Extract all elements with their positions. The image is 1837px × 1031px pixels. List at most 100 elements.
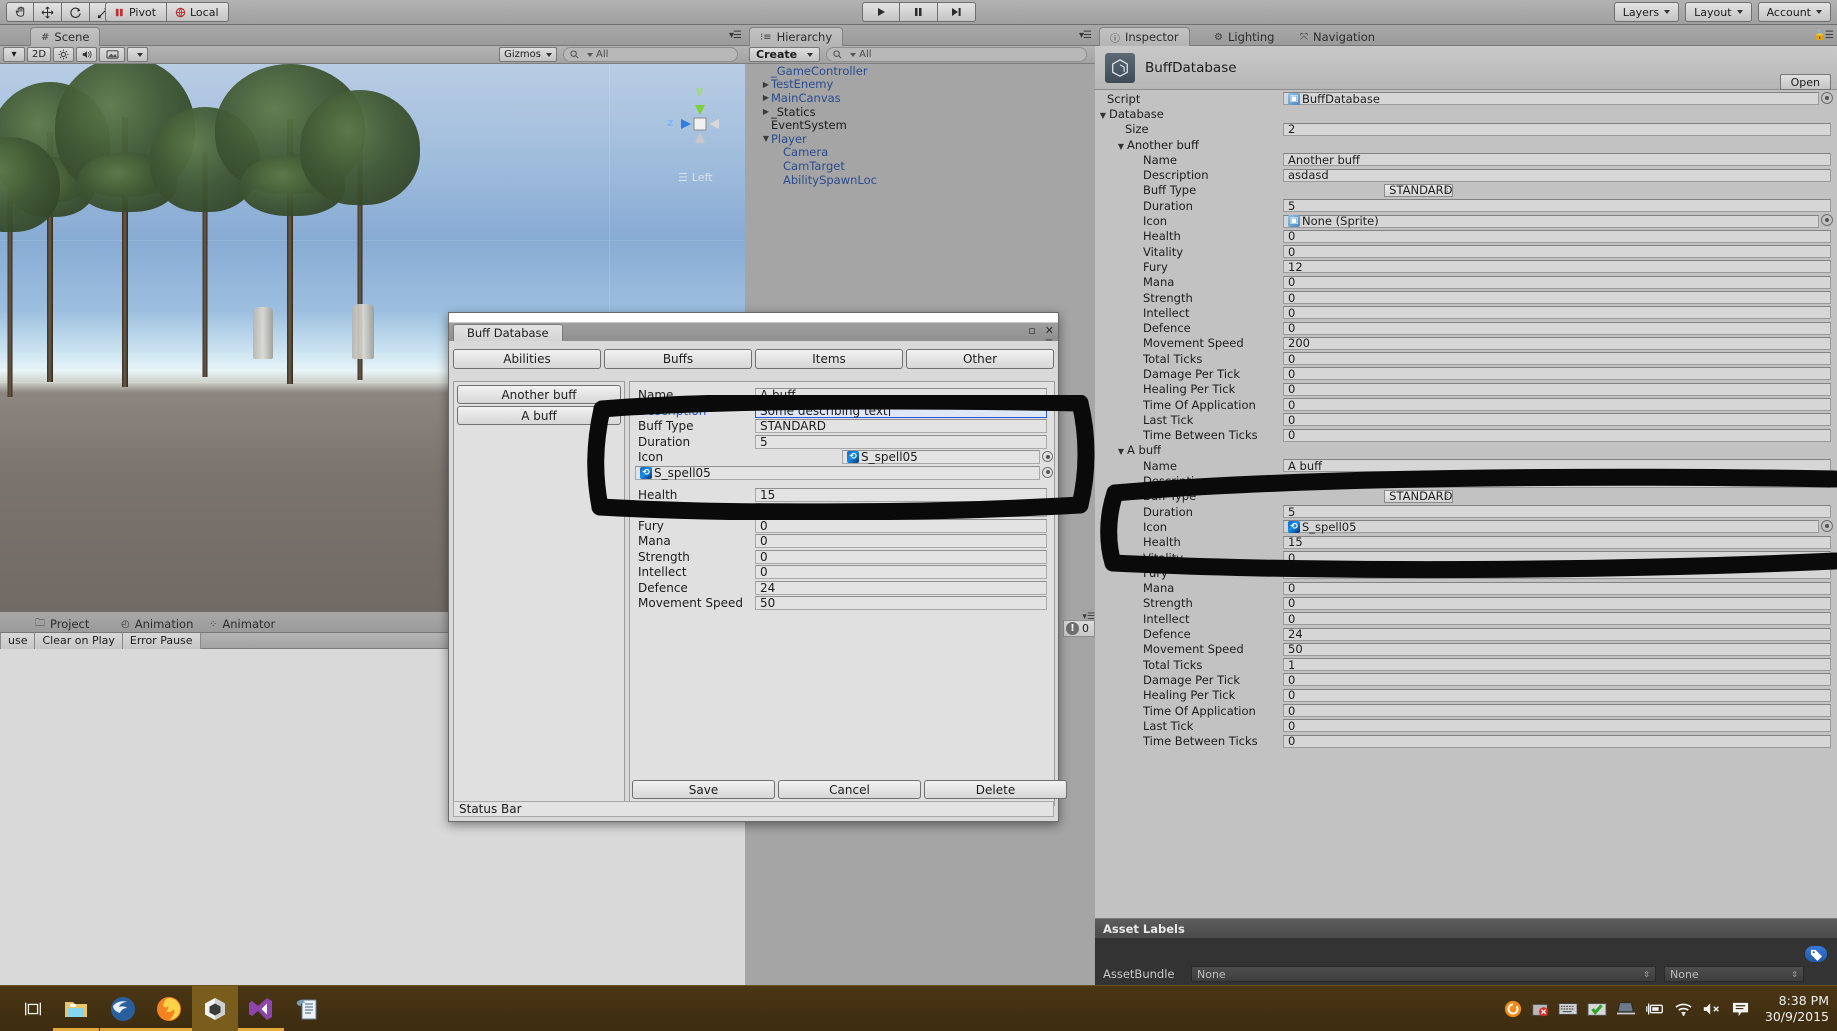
open-button[interactable]: Open — [1780, 74, 1831, 90]
toggle-2d-button[interactable]: 2D — [27, 47, 51, 62]
text-editor-icon[interactable] — [284, 986, 330, 1031]
layers-menu-button[interactable]: Layers — [1614, 2, 1679, 22]
scene-effects-dropdown[interactable] — [127, 47, 148, 62]
inspector-row-value[interactable]: A buff — [1283, 459, 1831, 472]
buff-field-input[interactable]: Some describing text — [755, 404, 1047, 418]
inspector-row-value[interactable]: 5 — [1283, 199, 1831, 212]
buff-icon-object-field[interactable]: ⟲S_spell05 — [635, 466, 1040, 480]
buff-list-item[interactable]: Another buff — [457, 385, 621, 404]
hierarchy-item[interactable]: Camera — [745, 146, 1095, 160]
pause-button[interactable] — [900, 2, 938, 22]
create-button[interactable]: Create — [749, 47, 820, 62]
thunderbird-icon[interactable] — [100, 986, 146, 1031]
inspector-row-value[interactable]: 5 — [1283, 505, 1831, 518]
inspector-row-value[interactable]: 0 — [1283, 230, 1831, 243]
scene-view-gizmo[interactable]: y z — [665, 89, 735, 159]
scene-lighting-toggle[interactable] — [53, 47, 74, 62]
hierarchy-item[interactable]: ▶MainCanvas — [745, 91, 1095, 105]
pivot-toggle-button[interactable]: Pivot — [105, 2, 167, 22]
inspector-row-value[interactable]: ⟲S_spell05 — [1283, 520, 1819, 533]
console-panel-menu-icon[interactable]: ▾☰ — [1063, 612, 1095, 620]
inspector-row-value[interactable]: 0 — [1283, 276, 1831, 289]
hand-tool-button[interactable] — [6, 2, 34, 22]
move-tool-button[interactable] — [34, 2, 62, 22]
console-error-count-badge[interactable]: ! 0 — [1063, 620, 1095, 637]
hierarchy-item[interactable]: ▼Player — [745, 132, 1095, 146]
buff-cancel-button[interactable]: Cancel — [778, 780, 921, 799]
hierarchy-search-input[interactable]: All — [826, 47, 1087, 62]
tab-scene[interactable]: # Scene — [30, 27, 100, 46]
inspector-row-value[interactable]: 0 — [1283, 352, 1831, 365]
inspector-row-value[interactable]: 0 — [1283, 673, 1831, 686]
hierarchy-item[interactable]: ▶TestEnemy — [745, 78, 1095, 92]
inspector-row-value[interactable]: Another buff — [1283, 153, 1831, 166]
buff-delete-button[interactable]: Delete — [924, 780, 1067, 799]
hierarchy-item[interactable]: ▶_Statics — [745, 105, 1095, 119]
close-icon[interactable]: ✕ — [1045, 324, 1054, 337]
clear-on-play-button[interactable]: Clear on Play — [35, 633, 122, 649]
inspector-row-value[interactable]: 0 — [1283, 367, 1831, 380]
chevron-down-icon[interactable]: ▼ — [761, 134, 771, 143]
maximize-icon[interactable]: ▫ — [1028, 324, 1035, 337]
inspector-row-value[interactable]: 0 — [1283, 245, 1831, 258]
tab-buff-database[interactable]: Buff Database — [453, 324, 563, 341]
scene-search-input[interactable]: All — [563, 47, 738, 62]
buff-field-input[interactable]: 0 — [755, 565, 1047, 579]
chevron-right-icon[interactable]: ▶ — [761, 93, 771, 102]
file-manager-icon[interactable] — [53, 986, 99, 1031]
buff-field-input[interactable]: 0 — [755, 534, 1047, 548]
inspector-row-value[interactable]: 0 — [1283, 291, 1831, 304]
inspector-row-value[interactable]: 12 — [1283, 260, 1831, 273]
chevron-right-icon[interactable]: ▶ — [761, 107, 771, 116]
chevron-right-icon[interactable]: ▶ — [761, 80, 771, 89]
firefox-icon[interactable] — [146, 986, 192, 1031]
inspector-row-value[interactable]: 0 — [1283, 704, 1831, 717]
gizmos-dropdown-button[interactable]: Gizmos — [499, 47, 557, 62]
tab-animator[interactable]: ⁘ Animator — [198, 614, 286, 633]
inspector-row-value[interactable]: 15 — [1283, 536, 1831, 549]
buff-category-tab-items[interactable]: Items — [755, 349, 903, 369]
buff-category-tab-abilities[interactable]: Abilities — [453, 349, 601, 369]
asset-variant-dropdown[interactable]: None⇳ — [1664, 966, 1804, 982]
object-picker-button[interactable] — [1042, 451, 1053, 462]
show-desktop-icon[interactable] — [10, 986, 56, 1031]
tab-animation[interactable]: ◴ Animation — [110, 614, 204, 633]
asset-labels-header[interactable]: Asset Labels — [1095, 918, 1837, 938]
chevron-down-icon[interactable]: ▼ — [1115, 142, 1127, 151]
inspector-row-value[interactable]: 0 — [1283, 398, 1831, 411]
tab-navigation[interactable]: ⤧ Navigation — [1289, 27, 1386, 46]
buff-field-input[interactable]: A buff — [755, 388, 1047, 402]
shading-mode-dropdown[interactable]: ▾ — [3, 47, 25, 62]
buff-field-input[interactable]: 0 — [755, 503, 1047, 517]
hierarchy-item[interactable]: EventSystem — [745, 118, 1095, 132]
buff-field-input[interactable]: 0 — [755, 550, 1047, 564]
error-pause-button[interactable]: Error Pause — [123, 633, 201, 649]
chevron-down-icon[interactable]: ▼ — [1115, 447, 1127, 456]
inspector-row-value[interactable]: 1 — [1283, 658, 1831, 671]
scene-audio-toggle[interactable] — [76, 47, 97, 62]
play-button[interactable] — [862, 2, 900, 22]
asset-bundle-dropdown[interactable]: None⇳ — [1191, 966, 1656, 982]
object-picker-button[interactable] — [1821, 92, 1833, 104]
buff-list-item[interactable]: A buff — [457, 406, 621, 425]
local-toggle-button[interactable]: Local — [167, 2, 229, 22]
inspector-row-value[interactable]: 0 — [1283, 322, 1831, 335]
buff-field-object-value[interactable]: ⟲S_spell05 — [842, 450, 1040, 464]
buff-window-titlebar[interactable] — [449, 313, 1058, 323]
inspector-row-value[interactable]: STANDARD⇳ — [1384, 490, 1453, 503]
inspector-row-value[interactable]: 0 — [1283, 306, 1831, 319]
hierarchy-panel-menu-icon[interactable]: ▾☰ — [1079, 30, 1091, 41]
taskbar-clock[interactable]: 8:38 PM 30/9/2015 — [1765, 993, 1829, 1025]
inspector-row-value[interactable]: ▣None (Sprite) — [1283, 215, 1819, 228]
account-menu-button[interactable]: Account — [1758, 2, 1831, 22]
buff-field-input[interactable]: 5 — [755, 435, 1047, 449]
inspector-row-value[interactable]: 0 — [1283, 551, 1831, 564]
inspector-row-value[interactable]: 0 — [1283, 735, 1831, 748]
tab-inspector[interactable]: ⓘ Inspector — [1099, 27, 1190, 46]
unity-icon[interactable] — [192, 986, 238, 1031]
chevron-down-icon[interactable]: ▼ — [1097, 111, 1109, 120]
inspector-row-value[interactable]: ▣BuffDatabase — [1283, 92, 1819, 105]
layout-menu-button[interactable]: Layout — [1685, 2, 1751, 22]
inspector-row-value[interactable]: Some describing text — [1283, 475, 1831, 488]
hierarchy-item[interactable]: _GameController — [745, 64, 1095, 78]
